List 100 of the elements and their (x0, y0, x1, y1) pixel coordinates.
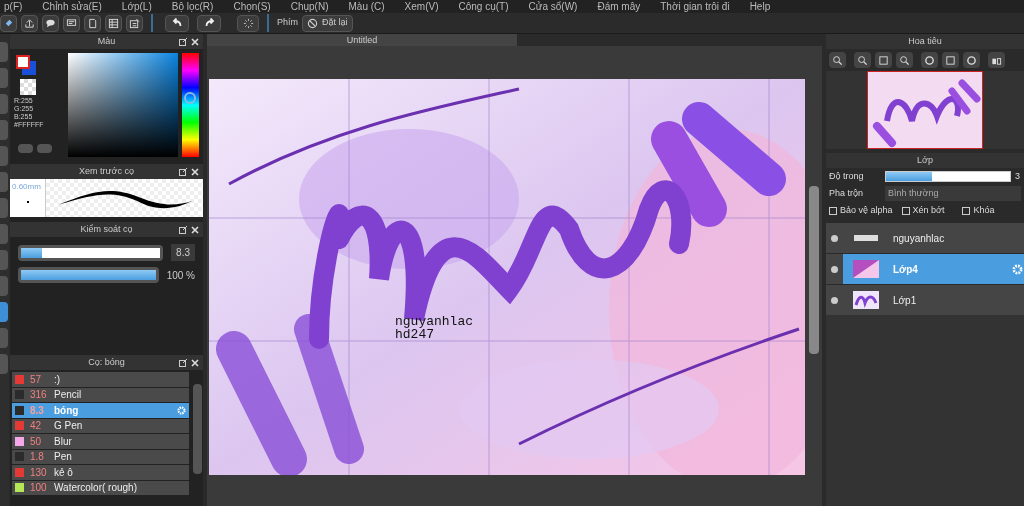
toolbar-button[interactable] (197, 14, 221, 32)
color-field[interactable] (68, 53, 178, 157)
undo-icon (170, 17, 184, 29)
toolbar-button[interactable] (126, 14, 143, 32)
navigator-button[interactable] (829, 52, 846, 68)
brush-size: 100 (30, 481, 48, 496)
toolbar-button[interactable] (165, 14, 189, 32)
menu-item[interactable]: Cửa sổ(W) (528, 1, 578, 12)
document-tab[interactable]: Untitled (207, 34, 517, 46)
size-value-field[interactable]: 8.3 (171, 244, 195, 261)
shortcut-label: Phím (277, 16, 298, 30)
foreground-color-swatch[interactable] (16, 55, 30, 69)
menu-item[interactable]: Thời gian trôi đi (660, 1, 730, 12)
close-icon[interactable] (191, 225, 199, 234)
panel-title: Màu (97, 34, 116, 48)
layer-thumbnail (853, 260, 879, 278)
brush-size-slider[interactable] (18, 244, 164, 261)
checklist-icon (129, 17, 140, 29)
navigator-button[interactable] (896, 52, 913, 68)
background-color-swatch[interactable] (22, 61, 36, 75)
visibility-toggle[interactable] (831, 296, 838, 304)
menu-item[interactable]: p(F) (4, 1, 23, 12)
comment-icon (66, 17, 77, 29)
zoom-in-icon (857, 54, 868, 66)
close-icon[interactable] (191, 167, 199, 176)
transparent-swatch[interactable] (20, 79, 36, 95)
toolbar-button[interactable] (105, 14, 122, 32)
brush-list-item[interactable]: 1.8 Pen (12, 449, 189, 464)
close-icon[interactable] (191, 37, 199, 46)
navigator-button[interactable] (988, 52, 1005, 68)
undock-icon[interactable] (179, 37, 187, 46)
checkbox[interactable]: Khóa (962, 204, 995, 218)
brush-list-item[interactable]: 42 G Pen (12, 418, 189, 433)
toolbar-button[interactable] (42, 14, 59, 32)
navigator-button[interactable] (963, 52, 980, 68)
menu-item[interactable]: Bộ lọc(R) (171, 1, 214, 12)
undock-icon[interactable] (179, 225, 187, 234)
menu-item[interactable]: Công cụ(T) (458, 1, 509, 12)
rotate-right-icon (966, 54, 977, 66)
brush-list-item[interactable]: 50 Blur (12, 434, 189, 449)
undock-icon[interactable] (179, 358, 187, 367)
opacity-value: 100 % (166, 268, 195, 283)
panel-title: Lớp (917, 153, 933, 167)
hue-slider[interactable] (182, 53, 199, 157)
blend-label: Pha trộn (829, 186, 865, 200)
checkbox-box[interactable] (962, 207, 971, 215)
menu-item[interactable]: Help (749, 1, 771, 12)
brush-list-item[interactable]: 130 kẻ ô (12, 465, 189, 480)
menu-item[interactable]: Xem(V) (404, 1, 439, 12)
undock-icon[interactable] (179, 167, 187, 176)
visibility-toggle[interactable] (831, 234, 838, 242)
brush-name: Watercolor( rough) (54, 481, 138, 496)
brush-name: Pencil (54, 388, 83, 403)
opacity-value: 3 (1015, 169, 1020, 183)
toolbar-button[interactable] (0, 14, 17, 32)
rotate-left-icon (924, 54, 935, 66)
navigator-button[interactable] (921, 52, 938, 68)
layer-name: Lớp1 (893, 293, 918, 308)
checkbox-box[interactable] (901, 207, 910, 215)
reset-button[interactable]: Đặt lại (302, 14, 353, 32)
brush-list-item[interactable]: 57 :) (12, 372, 189, 387)
table-icon (108, 17, 119, 29)
navigator-button[interactable] (942, 52, 959, 68)
brush-list-item[interactable]: 100 Watercolor( rough) (12, 480, 189, 495)
close-icon[interactable] (191, 358, 199, 367)
blend-mode-dropdown[interactable]: Bình thường (885, 186, 1021, 201)
brush-size: 1.8 (30, 450, 45, 465)
menu-item[interactable]: Đám mây (597, 1, 641, 12)
brush-size: 50 (30, 434, 43, 449)
checkbox-box[interactable] (829, 207, 837, 215)
slider-thumb[interactable] (184, 91, 196, 104)
toolbar-button[interactable] (63, 14, 80, 32)
brush-list-item[interactable]: 316 Pencil (12, 387, 189, 402)
navigator-thumbnail[interactable] (867, 71, 983, 149)
brush-size-label: 0.60mm (12, 181, 41, 193)
settings-icon[interactable] (177, 405, 186, 415)
navigator-button[interactable] (854, 52, 871, 68)
toolbar-button[interactable] (21, 14, 38, 32)
brush-size: 42 (30, 419, 43, 434)
share-icon (24, 17, 35, 29)
settings-icon[interactable] (1012, 263, 1023, 275)
brush-size: 316 (30, 388, 48, 403)
navigator-button[interactable] (875, 52, 892, 68)
speech-bubble-icon (45, 17, 56, 29)
toolbar-button[interactable] (84, 14, 101, 32)
brush-size: 8.3 (30, 403, 45, 418)
menu-item[interactable]: Chỉnh sửa(E) (42, 1, 102, 12)
menu-item[interactable]: Chọn(S) (233, 1, 271, 12)
brush-name: kẻ ô (54, 465, 74, 480)
layer-opacity-slider[interactable] (885, 171, 1011, 182)
tool-button[interactable] (0, 302, 8, 322)
visibility-toggle[interactable] (831, 265, 838, 273)
checkbox[interactable]: Bảo vệ alpha (829, 204, 893, 218)
toolbar-button[interactable] (237, 14, 259, 32)
checkbox[interactable]: Xén bớt (901, 204, 945, 218)
menu-item[interactable]: Màu (C) (348, 1, 385, 12)
menu-item[interactable]: Chụp(N) (290, 1, 329, 12)
document-icon (87, 17, 98, 29)
menu-item[interactable]: Lớp(L) (121, 1, 152, 12)
layer-name: nguyanhlac (893, 231, 946, 246)
